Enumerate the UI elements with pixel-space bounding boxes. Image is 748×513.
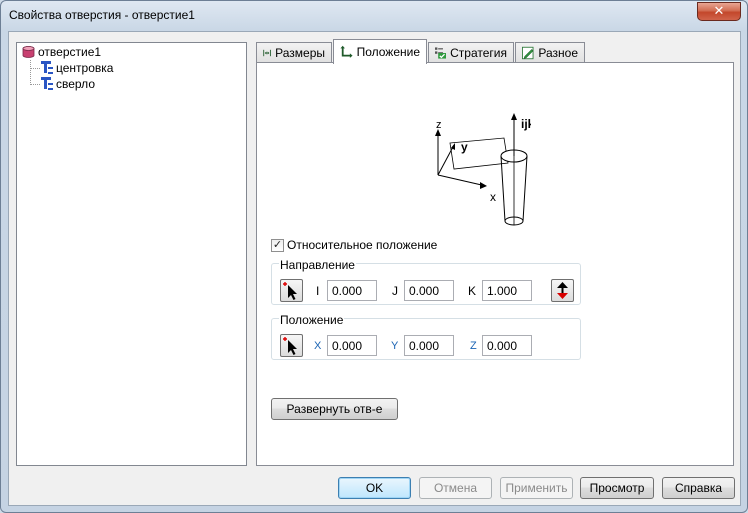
tree-item-label: сверло bbox=[56, 77, 95, 91]
window-title: Свойства отверстия - отверстие1 bbox=[9, 8, 195, 22]
flip-direction-button[interactable] bbox=[551, 279, 574, 302]
z-label: Z bbox=[470, 340, 477, 352]
pick-direction-button[interactable] bbox=[280, 279, 303, 302]
close-icon: ✕ bbox=[713, 3, 725, 18]
relative-position-checkbox[interactable]: ✓ bbox=[271, 238, 284, 252]
tab-label: Положение bbox=[356, 45, 420, 59]
j-input[interactable] bbox=[404, 280, 454, 301]
reverse-hole-button[interactable]: Развернуть отв-е bbox=[271, 398, 398, 420]
cursor-pick-icon bbox=[283, 282, 297, 300]
title-bar[interactable]: Свойства отверстия - отверстие1 ✕ bbox=[1, 1, 747, 31]
tree-item-label: центровка bbox=[56, 61, 114, 75]
k-label: K bbox=[468, 284, 477, 298]
position-icon bbox=[340, 45, 353, 58]
tree-item-centering[interactable]: центровка bbox=[41, 60, 113, 76]
z-axis-label: z bbox=[436, 119, 442, 131]
dialog-window: Свойства отверстия - отверстие1 ✕ отверс… bbox=[0, 0, 748, 513]
tree-connector bbox=[30, 84, 40, 85]
cursor-pick-icon bbox=[283, 337, 297, 355]
help-button[interactable]: Справка bbox=[662, 477, 735, 499]
hole-orientation-diagram: z y x ijk bbox=[435, 113, 531, 226]
tool-icon bbox=[41, 61, 53, 74]
tree-item-label: отверстие1 bbox=[38, 45, 102, 59]
tab-misc[interactable]: Разное bbox=[515, 42, 585, 63]
y-label: Y bbox=[391, 340, 399, 352]
tree-item-drill[interactable]: сверло bbox=[41, 76, 95, 92]
tree-item-hole[interactable]: отверстие1 bbox=[22, 44, 102, 60]
position-group: Положение X Y Z bbox=[271, 313, 581, 360]
apply-button[interactable]: Применить bbox=[500, 477, 573, 499]
z-input[interactable] bbox=[482, 335, 532, 356]
tab-label: Размеры bbox=[275, 46, 325, 60]
tab-dimensions[interactable]: Размеры bbox=[256, 42, 332, 63]
preview-button[interactable]: Просмотр bbox=[580, 477, 654, 499]
i-input[interactable] bbox=[327, 280, 377, 301]
direction-group: Направление I J K bbox=[271, 258, 581, 305]
x-label: X bbox=[314, 340, 322, 352]
dimensions-icon bbox=[263, 49, 271, 57]
ijk-label: ijk bbox=[521, 117, 531, 131]
strategy-icon bbox=[435, 47, 447, 59]
tool-icon bbox=[41, 77, 53, 90]
tab-label: Разное bbox=[538, 46, 578, 60]
relative-position-row[interactable]: ✓ Относительное положение bbox=[271, 238, 437, 252]
x-axis-label: x bbox=[490, 190, 496, 204]
y-input[interactable] bbox=[404, 335, 454, 356]
misc-icon bbox=[522, 46, 534, 60]
tree-connector bbox=[30, 60, 31, 85]
relative-position-label: Относительное положение bbox=[287, 238, 438, 252]
pick-position-button[interactable] bbox=[280, 334, 303, 357]
tab-position[interactable]: Положение bbox=[333, 39, 427, 64]
tab-strategy[interactable]: Стратегия bbox=[428, 42, 514, 63]
position-panel: z y x ijk ✓ bbox=[256, 62, 734, 466]
close-button[interactable]: ✕ bbox=[697, 2, 741, 21]
hole-icon bbox=[22, 46, 35, 58]
i-label: I bbox=[316, 284, 320, 298]
tree-connector bbox=[30, 68, 40, 69]
cancel-button[interactable]: Отмена bbox=[419, 477, 492, 499]
x-input[interactable] bbox=[327, 335, 377, 356]
dialog-body: отверстие1 центровка сверло Размеры Поло… bbox=[8, 31, 741, 506]
k-input[interactable] bbox=[482, 280, 532, 301]
flip-arrows-icon bbox=[557, 282, 568, 299]
ok-button[interactable]: OK bbox=[338, 477, 411, 499]
direction-group-label: Направление bbox=[279, 258, 356, 272]
position-group-label: Положение bbox=[279, 313, 345, 327]
tab-label: Стратегия bbox=[450, 46, 507, 60]
hole-tree: отверстие1 центровка сверло bbox=[16, 42, 247, 466]
j-label: J bbox=[392, 284, 398, 298]
